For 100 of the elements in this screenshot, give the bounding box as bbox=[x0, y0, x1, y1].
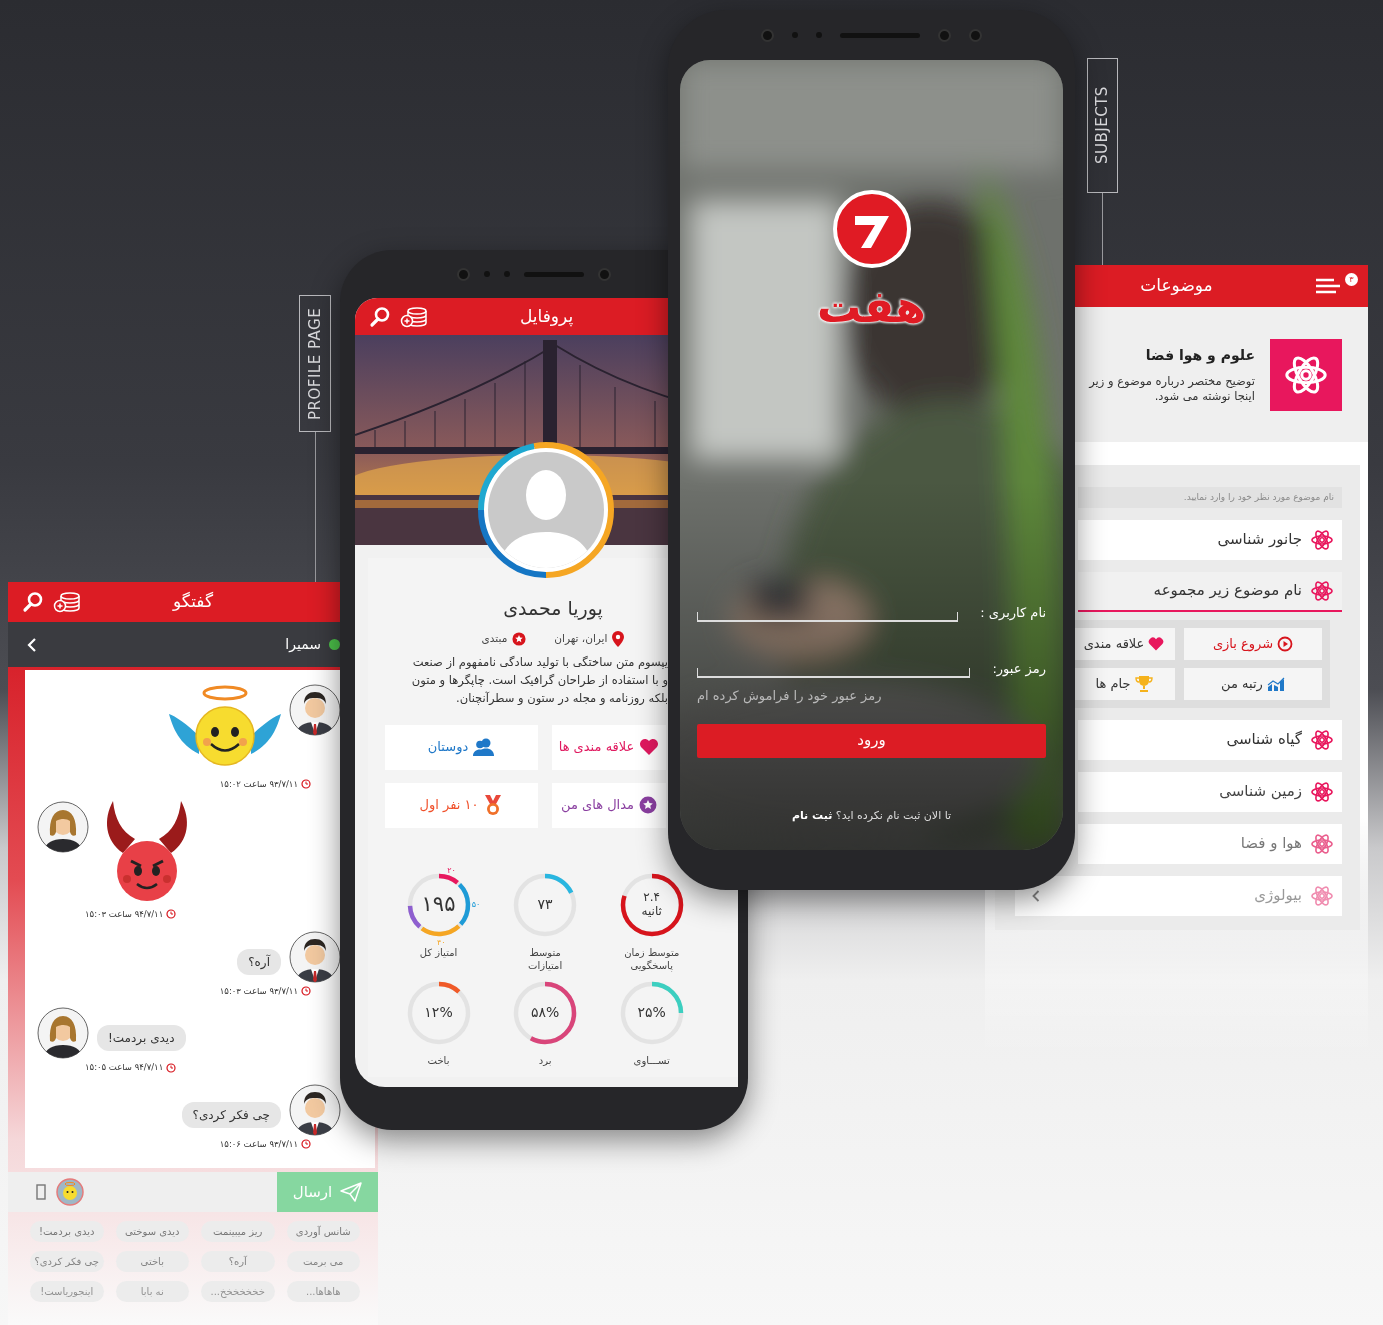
profile-button[interactable]: علاقه مندی ها bbox=[552, 724, 666, 770]
stat-value: ۲۵% bbox=[637, 1004, 666, 1021]
message-time: ۹۴/۷/۱۱ ساعت ۱۵:۰۵ bbox=[85, 1061, 164, 1074]
star-badge-icon bbox=[639, 796, 657, 814]
quick-reply[interactable]: می برمت bbox=[286, 1251, 360, 1272]
clock-icon bbox=[166, 1062, 177, 1073]
coins-icon[interactable] bbox=[399, 305, 429, 328]
camera-lens bbox=[969, 28, 982, 42]
stat-value: ۲.۴ bbox=[643, 890, 661, 905]
subject-item[interactable]: هوا و فضا bbox=[1078, 823, 1342, 864]
search-icon[interactable] bbox=[22, 591, 44, 613]
stat-label: باخت bbox=[427, 1053, 450, 1067]
screen-title: موضوعات bbox=[1140, 274, 1213, 298]
trophy-icon bbox=[1134, 674, 1153, 693]
segment-label: ۵۰ bbox=[471, 899, 480, 909]
sensor-dot bbox=[484, 271, 490, 277]
stat-value: ۷۳ bbox=[537, 896, 553, 913]
atom-icon bbox=[1310, 527, 1334, 552]
category-title: علوم و هوا فضا bbox=[1144, 346, 1255, 366]
atom-icon bbox=[1310, 727, 1334, 752]
phone-icon[interactable] bbox=[36, 1184, 46, 1200]
sensor-dot bbox=[792, 32, 798, 38]
clock-icon bbox=[301, 985, 311, 996]
stat-label: متوسط امتیازات bbox=[528, 945, 563, 972]
action-button[interactable]: علاقه مندی bbox=[1073, 627, 1175, 660]
profile-button[interactable]: ۱۰ نفر اول bbox=[385, 782, 538, 828]
quick-reply[interactable]: باختی bbox=[115, 1251, 189, 1272]
subject-item[interactable]: زمین شناسی bbox=[1078, 771, 1342, 812]
profile-button[interactable]: دوستان bbox=[385, 724, 538, 770]
coins-icon[interactable] bbox=[52, 591, 82, 613]
speaker-grille bbox=[524, 271, 584, 277]
stat-unit: ثانیه bbox=[641, 904, 662, 919]
clock-icon bbox=[166, 909, 177, 920]
quick-reply[interactable]: چی فکر کردی؟ bbox=[30, 1251, 104, 1272]
quick-reply[interactable]: دیدی سوختی bbox=[115, 1221, 189, 1242]
search-icon[interactable] bbox=[369, 305, 391, 328]
atom-icon bbox=[1310, 883, 1334, 908]
quick-reply[interactable]: شانس آوردی bbox=[286, 1221, 360, 1242]
chevron-icon bbox=[1031, 888, 1041, 903]
screen-title: گفتگو bbox=[173, 590, 213, 614]
category-description: اینجا نوشته می شود. bbox=[1153, 389, 1255, 404]
back-icon[interactable] bbox=[26, 636, 38, 653]
pin-icon bbox=[612, 630, 625, 647]
user-name: پوریا محمدی bbox=[502, 596, 604, 622]
sensor-dot bbox=[816, 32, 822, 38]
camera-lens bbox=[761, 28, 774, 42]
people-icon bbox=[473, 737, 496, 757]
subject-item[interactable]: بیولوژی bbox=[1015, 875, 1342, 916]
search-field[interactable]: نام موضوع مورد نظر خود را وارد نمایید. bbox=[1078, 486, 1342, 508]
quick-reply[interactable]: اینجوریاست! bbox=[30, 1281, 104, 1302]
stat-label: برد bbox=[538, 1053, 552, 1067]
quick-reply[interactable]: خخخخخخخ... bbox=[201, 1281, 275, 1302]
level-text: مبتدی bbox=[481, 630, 508, 646]
stat-value: ۱۹۵ bbox=[421, 892, 456, 917]
camera-lens bbox=[457, 267, 470, 281]
quick-reply[interactable]: ریز میبینمت bbox=[201, 1221, 275, 1242]
avatar bbox=[289, 1084, 341, 1136]
quick-reply[interactable]: هاهاها... bbox=[286, 1281, 360, 1302]
atom-icon bbox=[1310, 779, 1334, 804]
stat-value: ۱۲% bbox=[424, 1004, 453, 1021]
profile-button[interactable]: مدال های من bbox=[552, 782, 666, 828]
section-label: SUBJECTS bbox=[1087, 58, 1118, 193]
camera-lens bbox=[938, 28, 951, 42]
message-time: ۹۳/۷/۱۱ ساعت ۱۵:۰۶ bbox=[219, 1138, 298, 1151]
star-badge-icon bbox=[512, 631, 527, 646]
screen-title: پروفایل bbox=[519, 304, 574, 329]
segment-label: ۴۰ bbox=[436, 937, 446, 946]
stat-value: ۵۸% bbox=[530, 1004, 560, 1021]
action-button[interactable]: جام ها bbox=[1073, 667, 1175, 700]
quick-reply[interactable]: نه بابا bbox=[115, 1281, 189, 1302]
location-text: ایران، تهران bbox=[554, 630, 608, 647]
stat-label: امتیاز کل bbox=[419, 945, 458, 959]
medal-icon bbox=[483, 794, 504, 816]
atom-icon bbox=[1310, 578, 1334, 603]
message-time: ۹۳/۷/۱۱ ساعت ۱۵:۰۲ bbox=[219, 778, 298, 791]
bio-text: یپسوم متن ساختگی با تولید سادگی نامفهوم از صنعت bbox=[411, 653, 668, 671]
quick-reply[interactable]: دیدی بردمت! bbox=[30, 1221, 104, 1242]
atom-icon bbox=[1310, 831, 1334, 856]
message-time: ۹۳/۷/۱۱ ساعت ۱۵:۰۳ bbox=[219, 984, 298, 998]
avatar bbox=[37, 800, 89, 853]
heart-icon bbox=[1148, 635, 1165, 652]
bio-text: و با استفاده از طراحان گرافیک است. چاپگرها و متون bbox=[410, 671, 668, 689]
quick-reply[interactable]: آره؟ bbox=[201, 1251, 275, 1272]
contact-name: سمیرا bbox=[285, 635, 321, 655]
subject-item[interactable]: جانور شناسی bbox=[1078, 519, 1342, 560]
send-icon bbox=[340, 1182, 363, 1202]
clock-icon bbox=[301, 779, 311, 790]
stat-label: تســـاوی bbox=[633, 1053, 670, 1067]
message-bubble: آره؟ bbox=[237, 948, 281, 975]
message-bubble: دیدی بردمت! bbox=[97, 1025, 186, 1052]
action-button[interactable]: رتبه من bbox=[1184, 667, 1322, 700]
heart-icon bbox=[639, 737, 660, 757]
subject-item[interactable]: گیاه شناسی bbox=[1078, 719, 1342, 760]
message-bubble: چی فکر کردی؟ bbox=[181, 1102, 281, 1128]
stat-label: متوسط زمان پاسخگویی bbox=[624, 945, 680, 972]
action-button[interactable]: شروع بازی bbox=[1184, 627, 1322, 660]
category-description: توضیح مختصر درباره موضوع و زیر bbox=[1087, 374, 1255, 389]
subject-item[interactable]: نام موضوع زیر مجموعه bbox=[1078, 571, 1342, 612]
clock-icon bbox=[301, 1139, 311, 1150]
bio-text: بلکه روزنامه و مجله در ستون و سطرآنچنان. bbox=[455, 689, 668, 707]
